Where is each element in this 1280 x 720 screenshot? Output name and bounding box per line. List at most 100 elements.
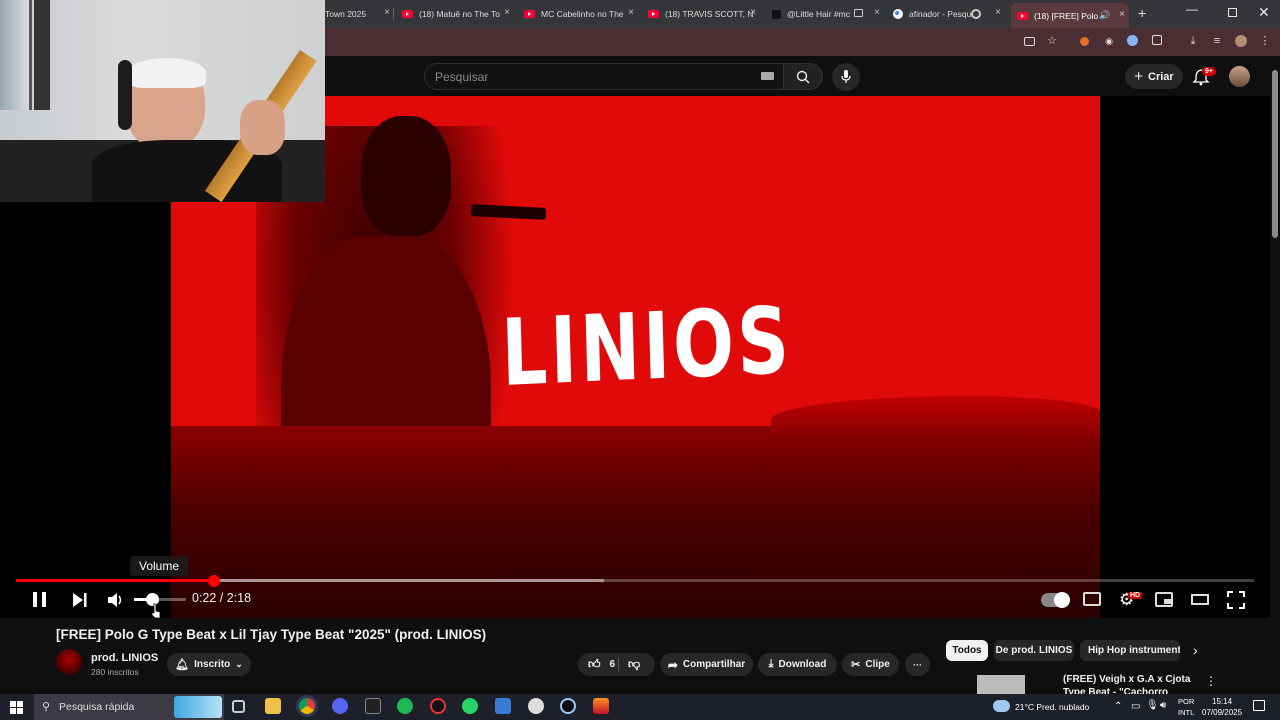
pause-button[interactable] [32,590,48,610]
tab-polo-g-active[interactable]: (18) [FREE] Polo G 🔊 × [1011,3,1129,28]
miniplayer-icon[interactable] [1155,592,1173,607]
tab-close-icon[interactable]: × [628,7,634,18]
mute-button[interactable] [107,590,125,610]
curtain [34,0,50,110]
app-icon[interactable] [430,698,446,714]
minimize-icon[interactable]: — [1186,2,1198,16]
recommendation-thumbnail[interactable] [977,675,1025,695]
keyboard-icon[interactable] [761,72,774,80]
media-control-icon[interactable]: ≡ [1211,35,1223,47]
subscribed-button[interactable]: 🔔︎ Inscrito ⌄ [167,653,251,676]
menu-icon[interactable]: ⋮ [1259,35,1271,47]
tab-town-2025[interactable]: Town 2025 × [325,4,390,24]
tab-close-icon[interactable]: × [384,7,390,18]
microphone-tray-icon[interactable]: 🎙︎ [1146,700,1159,711]
chrome-icon[interactable] [299,698,315,714]
extension-icon[interactable] [1080,37,1089,46]
tab-close-icon[interactable]: × [1119,9,1125,20]
window-blinds [0,0,32,110]
download-button[interactable]: ⤓ Download [758,653,837,676]
new-tab-button[interactable]: + [1138,5,1146,21]
tab-close-icon[interactable]: × [750,7,756,18]
dislike-icon[interactable]: 👎︎ [628,657,640,672]
clock-time[interactable]: 15:14 [1212,697,1232,706]
recommendation-title-clip: (FREE) Veigh x G.A x Cjota Type Beat - "… [1063,673,1199,694]
tab-mc-cabelinho[interactable]: MC Cabelinho no The × [524,4,634,24]
bookmark-star-icon[interactable]: ☆ [1046,35,1058,47]
language-top[interactable]: POR [1178,697,1194,706]
create-button[interactable]: + Criar [1125,64,1183,89]
autoplay-toggle[interactable] [1041,592,1070,608]
channel-avatar[interactable] [56,649,82,675]
search-button[interactable] [783,63,823,90]
windows-start-icon[interactable] [10,701,23,714]
install-app-icon[interactable] [1024,37,1035,46]
youtube-icon [524,10,535,18]
tents [771,396,1100,436]
tab-tiktok[interactable]: @Little Hair #mc × [772,4,880,24]
tab-close-icon[interactable]: × [874,7,880,18]
account-avatar[interactable] [1229,66,1250,87]
recommendation-menu-icon[interactable]: ⋮ [1205,674,1217,688]
person-cap [128,58,206,88]
recommendation-title[interactable]: (FREE) Veigh x G.A x Cjota Type Beat - "… [1063,673,1199,694]
next-button[interactable] [72,590,88,610]
theater-mode-icon[interactable] [1191,594,1209,605]
app-icon[interactable] [495,698,511,714]
task-view-icon[interactable] [232,700,245,713]
weather-text[interactable]: 21°C Pred. nublado [1015,702,1089,712]
chip-hip-hop[interactable]: Hip Hop instrumental [1080,640,1180,661]
search-input[interactable]: Pesquisar [424,63,784,90]
tab-matue[interactable]: (18) Matuê no The To × [402,4,510,24]
progress-scrubber[interactable] [208,575,220,587]
close-window-icon[interactable]: ✕ [1258,4,1270,21]
app-icon[interactable] [365,698,381,714]
network-icon[interactable]: ▭ [1131,701,1140,712]
file-explorer-icon[interactable] [265,698,281,714]
extension-icon[interactable] [1127,35,1138,46]
subtitles-icon[interactable] [1083,592,1101,606]
extensions-puzzle-icon[interactable] [1152,35,1162,45]
like-icon[interactable]: 👍︎ [588,657,601,672]
maximize-icon[interactable] [1228,8,1237,17]
volume-icon [108,593,122,607]
language-bottom[interactable]: INTL [1178,708,1194,717]
fullscreen-icon[interactable] [1227,591,1245,611]
video-title: [FREE] Polo G Type Beat x Lil Tjay Type … [56,627,487,642]
like-count: 6 [609,659,616,670]
app-icon[interactable] [560,698,576,714]
whatsapp-icon[interactable] [462,698,478,714]
extension-icon[interactable]: ◉ [1103,35,1115,47]
share-button[interactable]: ➦ Compartilhar [660,653,753,676]
discord-icon[interactable] [332,698,348,714]
clip-button[interactable]: ✂ Clipe [842,653,899,676]
tray-chevron-up-icon[interactable]: ⌃ [1114,701,1122,712]
spotify-icon[interactable] [397,698,413,714]
autoplay-play-icon [1054,592,1070,608]
tab-afinador[interactable]: afinador - Pesqu × [893,4,1001,24]
chip-todos[interactable]: Todos [946,640,988,661]
download-icon[interactable]: ⤓ [1187,35,1199,47]
speaker-tray-icon[interactable]: 🔊︎ [1160,700,1166,711]
tab-travis-scott[interactable]: (18) TRAVIS SCOTT, N × [648,4,756,24]
more-actions-button[interactable]: ··· [905,653,930,676]
person-hand [240,100,285,155]
scrollbar-thumb[interactable] [1272,70,1278,238]
clock-date[interactable]: 07/09/2025 [1202,708,1242,717]
chevron-down-icon: ⌄ [235,659,243,669]
profile-avatar[interactable] [1235,35,1247,47]
miniplayer-inner [1164,599,1171,604]
fl-studio-icon[interactable] [593,698,609,714]
tab-close-icon[interactable]: × [504,7,510,18]
tab-close-icon[interactable]: × [995,7,1001,18]
tab-title: afinador - Pesqu [909,9,972,19]
taskbar-search-input[interactable]: ⚲ Pesquisa rápida [34,694,224,720]
notification-center-icon[interactable] [1253,700,1265,711]
chip-channel[interactable]: De prod. LINIOS [994,640,1074,661]
speaker-icon[interactable]: 🔊 [1099,10,1110,21]
pause-icon [33,592,46,607]
channel-name[interactable]: prod. LINIOS [91,652,158,664]
voice-search-button[interactable] [832,63,860,91]
chevron-right-icon[interactable]: › [1193,642,1198,658]
clock-app-icon[interactable] [528,698,544,714]
